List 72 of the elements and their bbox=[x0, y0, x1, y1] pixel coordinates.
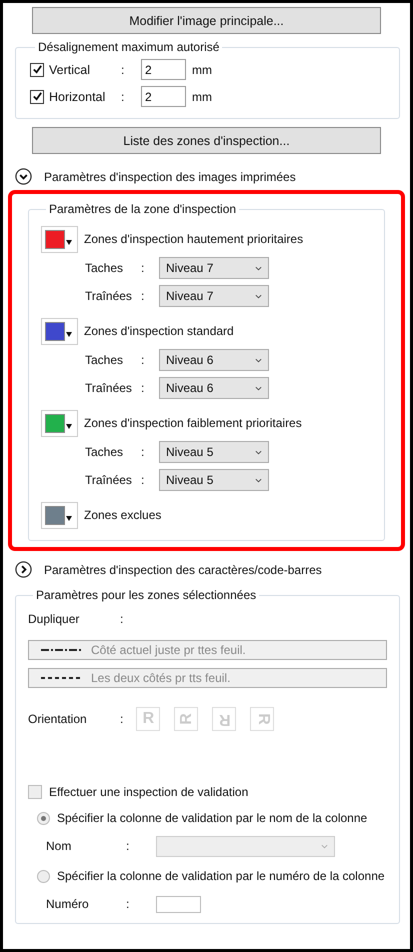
level-dropdown[interactable]: Niveau 5 bbox=[159, 469, 269, 491]
edit-image-button[interactable]: Modifier l'image principale... bbox=[32, 7, 381, 34]
colon: : bbox=[141, 261, 146, 275]
radio-button[interactable] bbox=[37, 812, 50, 824]
zone-list-button[interactable]: Liste des zones d'inspection... bbox=[32, 127, 381, 154]
chevron-down-icon bbox=[255, 386, 262, 390]
colon: : bbox=[141, 353, 146, 367]
unit-label: mm bbox=[192, 90, 212, 104]
field-label: Numéro bbox=[46, 897, 90, 911]
expander-icon[interactable] bbox=[15, 168, 32, 185]
radio-label: Spécifier la colonne de validation par le nom de la colonne bbox=[57, 811, 368, 825]
level-dropdown[interactable]: Niveau 7 bbox=[159, 257, 269, 279]
checkbox-label: Horizontal bbox=[49, 90, 106, 104]
setting-label: Taches bbox=[85, 261, 124, 275]
level-dropdown[interactable]: Niveau 5 bbox=[159, 441, 269, 463]
input-field[interactable]: 2 bbox=[141, 86, 186, 107]
zone-label: Zones d'inspection faiblement prioritaires bbox=[84, 416, 302, 430]
radio-button[interactable] bbox=[37, 870, 50, 882]
group-legend: Paramètres de la zone d'inspection bbox=[46, 202, 240, 216]
colon: : bbox=[141, 381, 146, 395]
zone-label: Zones exclues bbox=[84, 508, 162, 522]
color-picker-button[interactable] bbox=[41, 410, 78, 436]
unit-label: mm bbox=[192, 62, 212, 76]
colon: : bbox=[126, 839, 130, 853]
colon: : bbox=[141, 473, 146, 487]
section-title: Paramètres d'inspection des caractères/code-barres bbox=[44, 562, 322, 576]
radio-label: Spécifier la colonne de validation par le numéro de la colonne bbox=[57, 869, 385, 883]
setting-label: Traînées bbox=[85, 473, 133, 487]
chevron-down-icon bbox=[255, 294, 262, 298]
section-title: Paramètres d'inspection des images imprimées bbox=[44, 170, 296, 184]
colon: : bbox=[121, 90, 126, 104]
line-style-icon bbox=[41, 676, 81, 680]
caret-icon bbox=[66, 424, 72, 428]
group-legend: Paramètres pour les zones sélectionnées bbox=[33, 588, 260, 602]
chevron-down-icon bbox=[321, 844, 328, 848]
field-label: Nom bbox=[46, 839, 72, 853]
orientation-label: Orientation bbox=[28, 712, 88, 726]
chevron-down-icon bbox=[255, 450, 262, 454]
checkbox[interactable] bbox=[30, 90, 44, 104]
line-style-icon bbox=[41, 648, 81, 652]
color-picker-button[interactable] bbox=[41, 318, 78, 344]
colon: : bbox=[141, 445, 146, 459]
checkbox[interactable] bbox=[30, 62, 44, 76]
colon: : bbox=[126, 897, 130, 911]
setting-label: Traînées bbox=[85, 381, 133, 395]
level-dropdown[interactable]: Niveau 6 bbox=[159, 377, 269, 399]
caret-icon bbox=[66, 516, 72, 520]
chevron-down-icon bbox=[255, 266, 262, 270]
checkbox-label: Vertical bbox=[49, 62, 91, 76]
input-field[interactable] bbox=[156, 896, 201, 912]
zone-label: Zones d'inspection hautement prioritaires bbox=[84, 232, 304, 246]
color-picker-button[interactable] bbox=[41, 226, 78, 252]
caret-icon bbox=[66, 240, 72, 244]
level-dropdown[interactable]: Niveau 7 bbox=[159, 285, 269, 307]
duplicate-label: Dupliquer bbox=[28, 612, 80, 626]
colon: : bbox=[121, 62, 126, 76]
colon: : bbox=[141, 289, 146, 303]
level-dropdown[interactable]: Niveau 6 bbox=[159, 349, 269, 371]
group-legend: Désalignement maximum autorisé bbox=[35, 40, 222, 54]
checkbox-label: Effectuer une inspection de validation bbox=[49, 785, 248, 799]
expander-icon[interactable] bbox=[15, 561, 32, 578]
chevron-down-icon bbox=[255, 478, 262, 482]
input-field[interactable]: 2 bbox=[141, 59, 186, 80]
colon: : bbox=[120, 712, 124, 726]
setting-label: Taches bbox=[85, 445, 124, 459]
setting-label: Traînées bbox=[85, 289, 133, 303]
caret-icon bbox=[66, 332, 72, 336]
setting-label: Taches bbox=[85, 353, 124, 367]
chevron-down-icon bbox=[255, 358, 262, 362]
colon: : bbox=[120, 612, 124, 626]
color-picker-button[interactable] bbox=[41, 502, 78, 528]
zone-label: Zones d'inspection standard bbox=[84, 324, 234, 338]
